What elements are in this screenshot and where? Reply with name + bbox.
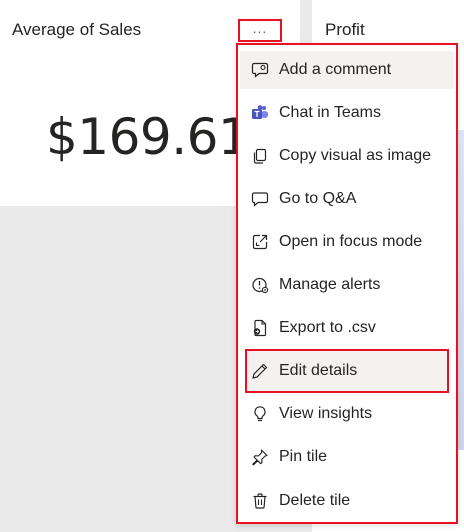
menu-item-view-insights[interactable]: View insights (240, 395, 454, 433)
menu-item-chat-in-teams[interactable]: Chat in Teams (240, 94, 454, 132)
lightbulb-icon (251, 405, 269, 423)
menu-item-label: View insights (279, 405, 373, 422)
menu-item-copy-visual[interactable]: Copy visual as image (240, 137, 454, 175)
pin-icon (251, 448, 269, 466)
menu-item-label: Pin tile (279, 448, 328, 465)
tile-options-menu: Add a comment Chat in Teams Copy visual … (236, 43, 458, 524)
menu-item-label: Copy visual as image (279, 147, 432, 164)
menu-item-pin-tile[interactable]: Pin tile (240, 438, 454, 476)
kpi-clip: $169.61K (0, 0, 237, 206)
menu-item-focus-mode[interactable]: Open in focus mode (240, 223, 454, 261)
trash-icon (251, 492, 269, 510)
menu-item-label: Manage alerts (279, 276, 381, 293)
menu-item-label: Open in focus mode (279, 233, 423, 250)
chat-bubble-icon (251, 190, 269, 208)
kpi-value: $169.61K (46, 108, 237, 166)
comment-icon (251, 61, 269, 79)
menu-item-manage-alerts[interactable]: Manage alerts (240, 266, 454, 304)
copy-icon (251, 147, 269, 165)
pencil-icon (251, 362, 269, 380)
menu-item-label: Edit details (279, 362, 358, 379)
menu-item-label: Add a comment (279, 61, 392, 78)
menu-item-export-csv[interactable]: Export to .csv (240, 309, 454, 347)
menu-item-delete-tile[interactable]: Delete tile (240, 482, 454, 520)
menu-item-go-to-qa[interactable]: Go to Q&A (240, 180, 454, 218)
menu-item-add-comment[interactable]: Add a comment (240, 51, 454, 89)
focus-mode-icon (251, 233, 269, 251)
menu-item-label: Delete tile (279, 492, 351, 509)
menu-item-edit-details[interactable]: Edit details (245, 349, 449, 393)
menu-item-label: Export to .csv (279, 319, 376, 336)
menu-item-label: Chat in Teams (279, 104, 381, 121)
more-options-button[interactable]: ... (238, 19, 282, 42)
tile-title: Profit (325, 20, 365, 39)
alert-icon (251, 276, 269, 294)
teams-icon (251, 104, 269, 122)
menu-item-label: Go to Q&A (279, 190, 357, 207)
export-icon (251, 319, 269, 337)
